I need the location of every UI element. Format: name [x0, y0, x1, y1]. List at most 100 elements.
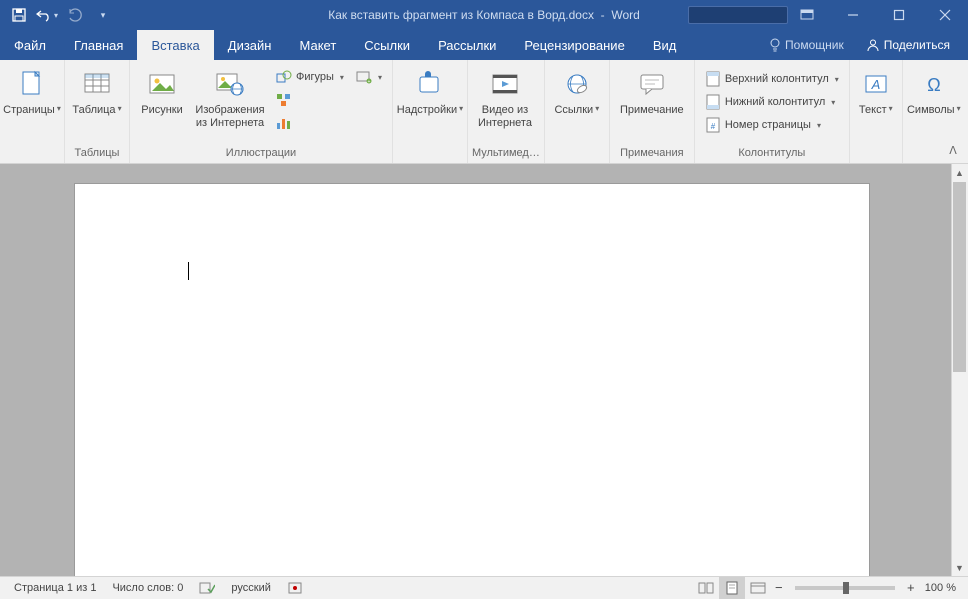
- account-placeholder: [688, 6, 788, 24]
- comments-group-label: Примечания: [614, 145, 690, 163]
- smartart-button[interactable]: [270, 89, 350, 111]
- ribbon: Страницы▾ Таблица▾ Таблицы Рисунки Изобр…: [0, 60, 968, 164]
- screenshot-icon: +: [356, 69, 372, 85]
- group-links: Ссылки▾: [545, 60, 610, 163]
- save-button[interactable]: [6, 2, 32, 28]
- tab-references[interactable]: Ссылки: [350, 30, 424, 60]
- online-video-label: Видео из Интернета: [474, 104, 536, 129]
- share-button[interactable]: Поделиться: [858, 38, 958, 52]
- ribbon-tabs: Файл Главная Вставка Дизайн Макет Ссылки…: [0, 30, 968, 60]
- online-video-button[interactable]: Видео из Интернета: [472, 64, 538, 132]
- word-count[interactable]: Число слов: 0: [104, 577, 191, 598]
- svg-text:+: +: [367, 79, 370, 84]
- shapes-label: Фигуры: [296, 71, 334, 83]
- minimize-button[interactable]: [830, 0, 876, 30]
- macro-icon: [287, 581, 303, 595]
- close-button[interactable]: [922, 0, 968, 30]
- addins-label: Надстройки: [397, 104, 457, 117]
- group-addins: Надстройки▾: [393, 60, 468, 163]
- tab-layout[interactable]: Макет: [285, 30, 350, 60]
- footer-button[interactable]: Нижний колонтитул▾: [699, 91, 845, 113]
- share-label: Поделиться: [884, 38, 950, 52]
- comment-icon: [636, 68, 668, 100]
- zoom-out-button[interactable]: −: [771, 580, 787, 596]
- undo-button[interactable]: ▾: [34, 2, 60, 28]
- online-pictures-button[interactable]: Изображения из Интернета: [190, 64, 270, 132]
- pictures-label: Рисунки: [141, 104, 183, 117]
- svg-text:#: #: [711, 122, 716, 131]
- header-icon: [705, 71, 721, 87]
- pagenum-icon: #: [705, 117, 721, 133]
- symbols-button[interactable]: Ω Символы▾: [907, 64, 961, 132]
- comment-button[interactable]: Примечание: [614, 64, 690, 132]
- zoom-level[interactable]: 100 %: [919, 582, 962, 594]
- scroll-down-button[interactable]: ▼: [951, 559, 968, 576]
- collapse-ribbon-button[interactable]: ᐱ: [944, 141, 962, 159]
- svg-text:A: A: [870, 77, 880, 92]
- text-button[interactable]: A Текст▾: [854, 64, 898, 132]
- redo-button[interactable]: [62, 2, 88, 28]
- chart-icon: [276, 115, 292, 131]
- tab-file[interactable]: Файл: [0, 30, 60, 60]
- language-indicator[interactable]: русский: [223, 577, 278, 598]
- read-mode-button[interactable]: [693, 577, 719, 599]
- symbols-label: Символы: [907, 104, 955, 117]
- header-button[interactable]: Верхний колонтитул▾: [699, 68, 845, 90]
- shapes-button[interactable]: Фигуры▾: [270, 66, 350, 88]
- tab-review[interactable]: Рецензирование: [510, 30, 638, 60]
- print-layout-button[interactable]: [719, 577, 745, 599]
- links-label: Ссылки: [554, 104, 593, 117]
- group-media: Видео из Интернета Мультимед…: [468, 60, 545, 163]
- zoom-in-button[interactable]: +: [903, 580, 919, 596]
- document-name: Как вставить фрагмент из Компаса в Ворд.…: [328, 8, 594, 22]
- link-icon: [561, 68, 593, 100]
- ribbon-display-options[interactable]: [784, 0, 830, 30]
- tell-me-label: Помощник: [785, 38, 844, 52]
- document-page[interactable]: [75, 184, 869, 576]
- addins-button[interactable]: Надстройки▾: [397, 64, 463, 132]
- table-button[interactable]: Таблица▾: [69, 64, 125, 132]
- pictures-button[interactable]: Рисунки: [134, 64, 190, 132]
- screenshot-button[interactable]: +▾: [350, 66, 388, 88]
- tab-view[interactable]: Вид: [639, 30, 691, 60]
- textbox-icon: A: [860, 68, 892, 100]
- web-layout-button[interactable]: [745, 577, 771, 599]
- status-right: − + 100 %: [693, 577, 962, 599]
- tell-me-search[interactable]: Помощник: [761, 38, 852, 52]
- tab-design[interactable]: Дизайн: [214, 30, 286, 60]
- table-label: Таблица: [72, 104, 115, 117]
- pagenum-label: Номер страницы: [725, 119, 811, 131]
- zoom-slider-thumb[interactable]: [843, 582, 849, 594]
- chart-button[interactable]: [270, 112, 350, 134]
- page-number-button[interactable]: #Номер страницы▾: [699, 114, 845, 136]
- pages-label: Страницы: [3, 104, 55, 117]
- footer-label: Нижний колонтитул: [725, 96, 825, 108]
- tab-home[interactable]: Главная: [60, 30, 137, 60]
- illustrations-group-label: Иллюстрации: [134, 145, 388, 163]
- group-pages: Страницы▾: [0, 60, 65, 163]
- group-text: A Текст▾: [850, 60, 903, 163]
- comment-label: Примечание: [620, 104, 684, 117]
- headerfooter-group-label: Колонтитулы: [699, 145, 845, 163]
- tab-insert[interactable]: Вставка: [137, 30, 213, 60]
- scroll-thumb[interactable]: [953, 182, 966, 372]
- page-indicator[interactable]: Страница 1 из 1: [6, 577, 104, 598]
- video-icon: [489, 68, 521, 100]
- pages-button[interactable]: Страницы▾: [4, 64, 60, 132]
- scroll-up-button[interactable]: ▲: [951, 164, 968, 181]
- table-icon: [81, 68, 113, 100]
- spellcheck-icon: [199, 581, 215, 595]
- qat-customize[interactable]: ▾: [90, 2, 116, 28]
- shapes-icon: [276, 69, 292, 85]
- links-button[interactable]: Ссылки▾: [549, 64, 605, 132]
- maximize-button[interactable]: [876, 0, 922, 30]
- spellcheck-button[interactable]: [191, 577, 223, 598]
- lightbulb-icon: [769, 38, 781, 52]
- macros-button[interactable]: [279, 577, 311, 598]
- zoom-slider[interactable]: [795, 586, 895, 590]
- header-label: Верхний колонтитул: [725, 73, 829, 85]
- vertical-scrollbar[interactable]: ▲ ▼: [951, 164, 968, 576]
- addin-icon: [414, 68, 446, 100]
- page-icon: [16, 68, 48, 100]
- tab-mailings[interactable]: Рассылки: [424, 30, 510, 60]
